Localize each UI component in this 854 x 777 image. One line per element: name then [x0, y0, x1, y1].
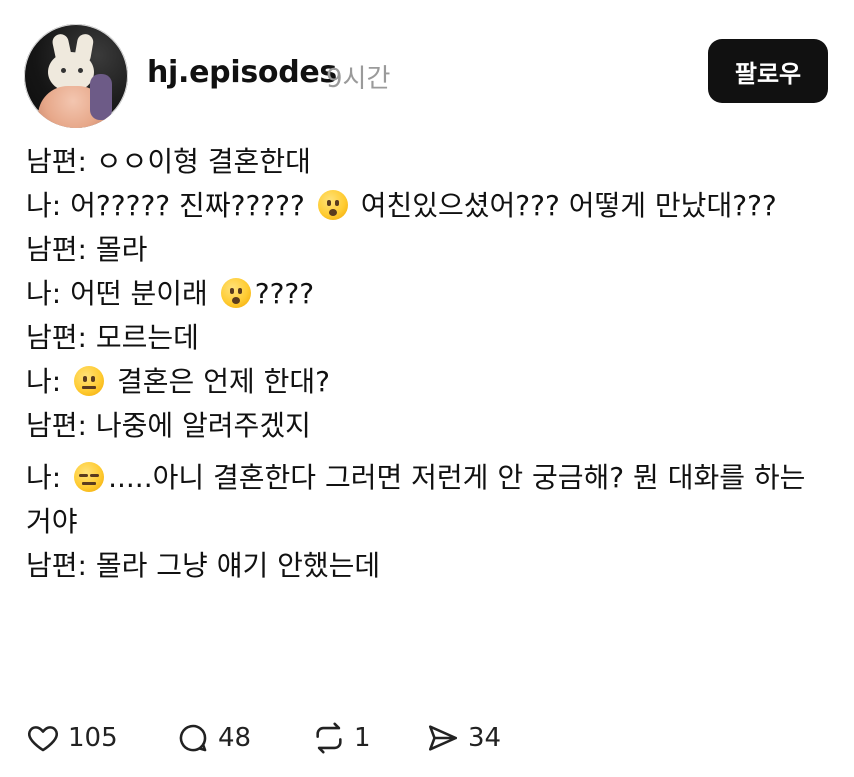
- post-line-9: 남편: 몰라 그냥 얘기 안했는데: [26, 544, 826, 588]
- post-line-5: 남편: 모르는데: [26, 316, 826, 360]
- share-count: 34: [468, 723, 502, 753]
- line-text: 나:: [26, 365, 71, 398]
- share-button[interactable]: 34: [426, 718, 501, 758]
- line-text: .....아니 결혼한다 그러면 저런게 안 궁금해? 뭔 대화를 하는거야: [26, 461, 806, 538]
- hushed-face-emoji: [220, 278, 251, 308]
- repost-button[interactable]: 1: [312, 718, 371, 758]
- post-line-7: 남편: 나중에 알려주겠지: [26, 404, 826, 448]
- post-line-4: 나: 어떤 분이래 ????: [26, 272, 826, 316]
- follow-button[interactable]: 팔로우: [708, 39, 828, 103]
- hushed-face-emoji: [317, 190, 348, 220]
- line-text: 남편: 나중에 알려주겠지: [26, 409, 311, 442]
- line-text: 남편: 몰라 그냥 얘기 안했는데: [26, 549, 381, 582]
- comment-bubble-icon: [179, 724, 207, 752]
- comment-button[interactable]: 48: [176, 718, 251, 758]
- line-text: 나: 어????? 진짜?????: [26, 189, 305, 222]
- post-line-2: 나: 어????? 진짜????? 여친있으셨어??? 어떻게 만났대???: [26, 184, 826, 228]
- line-text: 나: 어떤 분이래: [26, 277, 217, 310]
- username[interactable]: hj.episodes: [147, 55, 337, 90]
- post-body: 남편: ㅇㅇ이형 결혼한대 나: 어????? 진짜????? 여친있으셨어??…: [26, 140, 826, 588]
- like-button[interactable]: 105: [26, 718, 118, 758]
- avatar[interactable]: [24, 24, 128, 128]
- comment-count: 48: [218, 723, 252, 753]
- line-text: 남편: ㅇㅇ이형 결혼한대: [26, 145, 311, 178]
- repost-count: 1: [354, 723, 371, 753]
- repost-icon: [316, 722, 342, 754]
- line-text: 남편: 몰라: [26, 233, 148, 266]
- line-text: 남편: 모르는데: [26, 321, 199, 354]
- expressionless-face-emoji: [74, 462, 105, 492]
- post-time: 9시간: [326, 64, 391, 94]
- neutral-face-emoji: [74, 366, 105, 396]
- heart-icon: [28, 726, 58, 752]
- post-header: hj.episodes 9시간 팔로우: [0, 0, 854, 130]
- line-text: 여친있으셨어??? 어떻게 만났대???: [351, 189, 777, 222]
- post-line-1: 남편: ㅇㅇ이형 결혼한대: [26, 140, 826, 184]
- like-count: 105: [68, 723, 118, 753]
- post-line-6: 나: 결혼은 언제 한대?: [26, 360, 826, 404]
- post-actions: 105 48 1 34: [26, 718, 726, 758]
- post-line-3: 남편: 몰라: [26, 228, 826, 272]
- send-icon: [428, 725, 458, 751]
- line-text: 결혼은 언제 한대?: [108, 365, 330, 398]
- line-text: 나:: [26, 461, 71, 494]
- post-line-8: 나: .....아니 결혼한다 그러면 저런게 안 궁금해? 뭔 대화를 하는거…: [26, 456, 826, 544]
- line-text: ????: [254, 277, 315, 310]
